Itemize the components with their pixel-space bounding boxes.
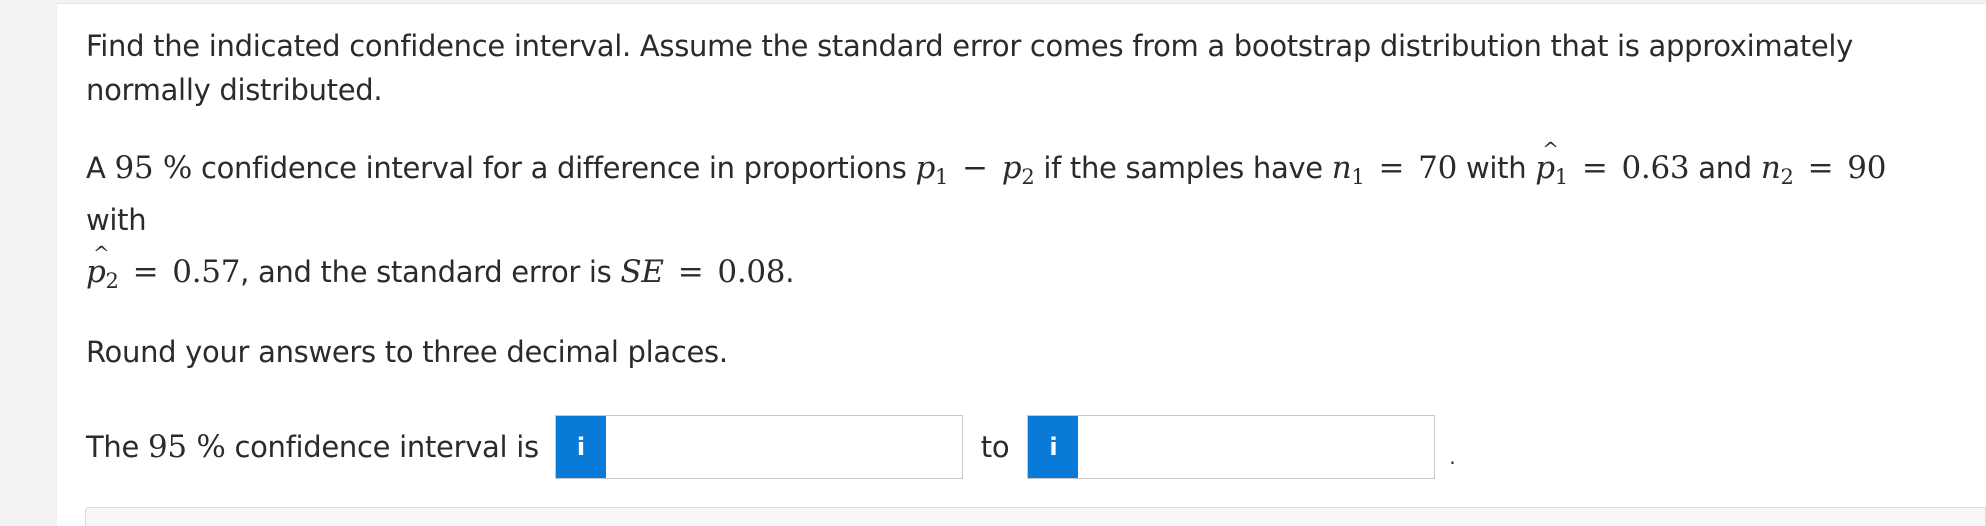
question-text-a: A (86, 151, 106, 185)
info-icon[interactable]: i (555, 416, 606, 478)
n2-value: 90 (1847, 150, 1887, 186)
p-hat2-value: 0.57 (172, 254, 241, 290)
se-value: 0.08 (717, 254, 786, 290)
p-hat1-symbol: p (1535, 123, 1558, 194)
answer-confidence-level: 95 % (147, 429, 226, 465)
intro-text: Find the indicated confidence interval. … (86, 29, 1854, 107)
question-text-h: . (785, 255, 795, 289)
equals-sign: = (1378, 150, 1405, 186)
n1-value: 70 (1418, 150, 1458, 186)
equals-sign: = (132, 254, 159, 290)
info-icon[interactable]: i (1028, 416, 1079, 478)
se-expression: SE = 0.08 (620, 254, 785, 290)
answer-lead: The (86, 430, 140, 464)
p1-minus-p2: p1− p2 (915, 150, 1035, 189)
question-text-g: , and the standard error is (240, 255, 612, 289)
minus-sign: − (962, 150, 988, 186)
lower-bound-group: i (554, 415, 963, 479)
se-symbol: SE (620, 254, 664, 290)
rounding-instruction: Round your answers to three decimal plac… (86, 335, 728, 369)
confidence-level: 95 % (114, 150, 193, 186)
question-text-d: with (1465, 151, 1527, 185)
p-hat2-symbol: p (86, 227, 109, 298)
upper-bound-input[interactable] (1078, 416, 1435, 478)
question-text-c: if the samples have (1043, 151, 1323, 185)
question-text-e: and (1698, 151, 1752, 185)
n2-subscript: 2 (1780, 165, 1794, 189)
n2-symbol: n (1760, 150, 1781, 186)
p1-subscript: 1 (935, 165, 949, 189)
p-hat1-value: 0.63 (1621, 150, 1690, 186)
answer-lead-rest: confidence interval is (234, 430, 539, 464)
answer-row: The 95 % confidence interval is i to i . (86, 414, 1946, 480)
equals-sign: = (1581, 150, 1608, 186)
p1-symbol: p (915, 150, 936, 186)
lower-bound-input[interactable] (605, 416, 962, 478)
p-hat2-expression: p2=0.57 (86, 227, 241, 292)
equals-sign: = (677, 254, 704, 290)
n1-expression: n1 = 70 (1331, 150, 1458, 189)
question-card: Find the indicated confidence interval. … (57, 3, 1986, 526)
n1-subscript: 1 (1351, 165, 1365, 189)
equals-sign: = (1807, 150, 1834, 186)
question-content: Find the indicated confidence interval. … (86, 24, 1946, 480)
to-label: to (980, 430, 1010, 464)
p2-symbol: p (1001, 150, 1022, 186)
question-text-b: confidence interval for a difference in … (200, 151, 907, 185)
n1-symbol: n (1331, 150, 1352, 186)
p2-subscript: 2 (1021, 165, 1035, 189)
question-text: A 95 % confidence interval for a differe… (86, 123, 1946, 298)
next-section-panel (85, 507, 1986, 526)
p-hat1-expression: p1=0.63 (1535, 123, 1690, 188)
n2-expression: n2 = 90 (1760, 150, 1887, 189)
upper-bound-group: i (1027, 415, 1436, 479)
answer-period: . (1449, 445, 1456, 469)
